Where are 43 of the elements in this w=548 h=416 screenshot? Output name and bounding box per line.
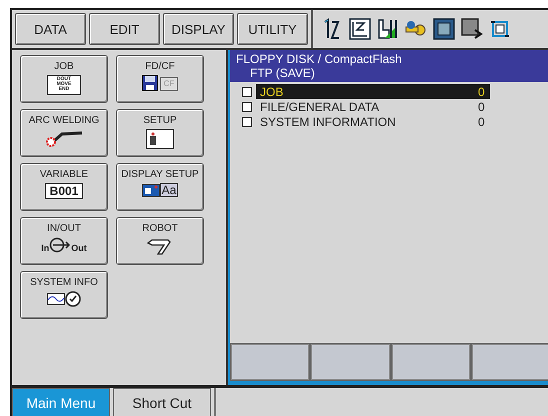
list-item[interactable]: SYSTEM INFORMATION 0: [256, 114, 490, 129]
main-menu-button[interactable]: SETUP: [116, 109, 204, 157]
cycle-icon[interactable]: [489, 18, 511, 40]
item-count: 0: [478, 114, 486, 128]
item-label: SYSTEM INFORMATION: [260, 114, 397, 128]
welding-torch-icon: [44, 129, 84, 147]
checkbox[interactable]: [242, 116, 252, 126]
icon-label: In: [41, 244, 50, 253]
variable-icon: B001: [44, 183, 84, 199]
font-icon: Aa: [160, 183, 178, 197]
menu-button[interactable]: UTILITY: [237, 13, 308, 45]
main-menu-button[interactable]: ROBOT: [116, 217, 204, 265]
main-menu-button[interactable]: VARIABLE B001: [20, 163, 108, 211]
item-count: 0: [478, 84, 486, 98]
list-item[interactable]: FILE/GENERAL DATA 0: [256, 99, 490, 114]
main-menu-button[interactable]: SYSTEM INFO: [20, 271, 108, 319]
panel-title: FLOPPY DISK / CompactFlash: [236, 52, 403, 66]
icon-label: Out: [71, 244, 87, 253]
checkbox[interactable]: [242, 102, 252, 112]
panel-subtitle: FTP (SAVE): [249, 66, 316, 80]
connector-icon: [49, 237, 72, 253]
menu-button[interactable]: DATA: [15, 13, 86, 45]
main-menu-button[interactable]: ARC WELDING: [20, 109, 108, 157]
main-menu-button[interactable]: IN/OUT In Out: [20, 217, 108, 265]
item-label: FILE/GENERAL DATA: [260, 100, 380, 114]
main-menu-button[interactable]: DISPLAY SETUP Aa: [116, 163, 204, 211]
bottom-tab[interactable]: Short Cut: [113, 388, 211, 416]
page-arrow-icon[interactable]: [461, 18, 483, 40]
clock-icon: [65, 291, 81, 307]
chart-icon[interactable]: [377, 18, 399, 40]
item-label: JOB: [260, 84, 284, 98]
menu-button[interactable]: EDIT: [89, 13, 160, 45]
list-item[interactable]: JOB 0: [256, 84, 490, 99]
main-menu-button[interactable]: FD/CF CF: [116, 55, 204, 103]
menu-button[interactable]: DISPLAY: [163, 13, 234, 45]
graph-icon[interactable]: [349, 18, 371, 40]
setup-icon: [146, 129, 174, 149]
checkbox[interactable]: [242, 86, 252, 96]
window-icon: [142, 184, 160, 197]
item-count: 0: [478, 100, 486, 114]
cf-card-icon: CF: [160, 77, 178, 91]
waveform-icon: [47, 293, 65, 305]
monitor-icon[interactable]: [433, 18, 455, 40]
